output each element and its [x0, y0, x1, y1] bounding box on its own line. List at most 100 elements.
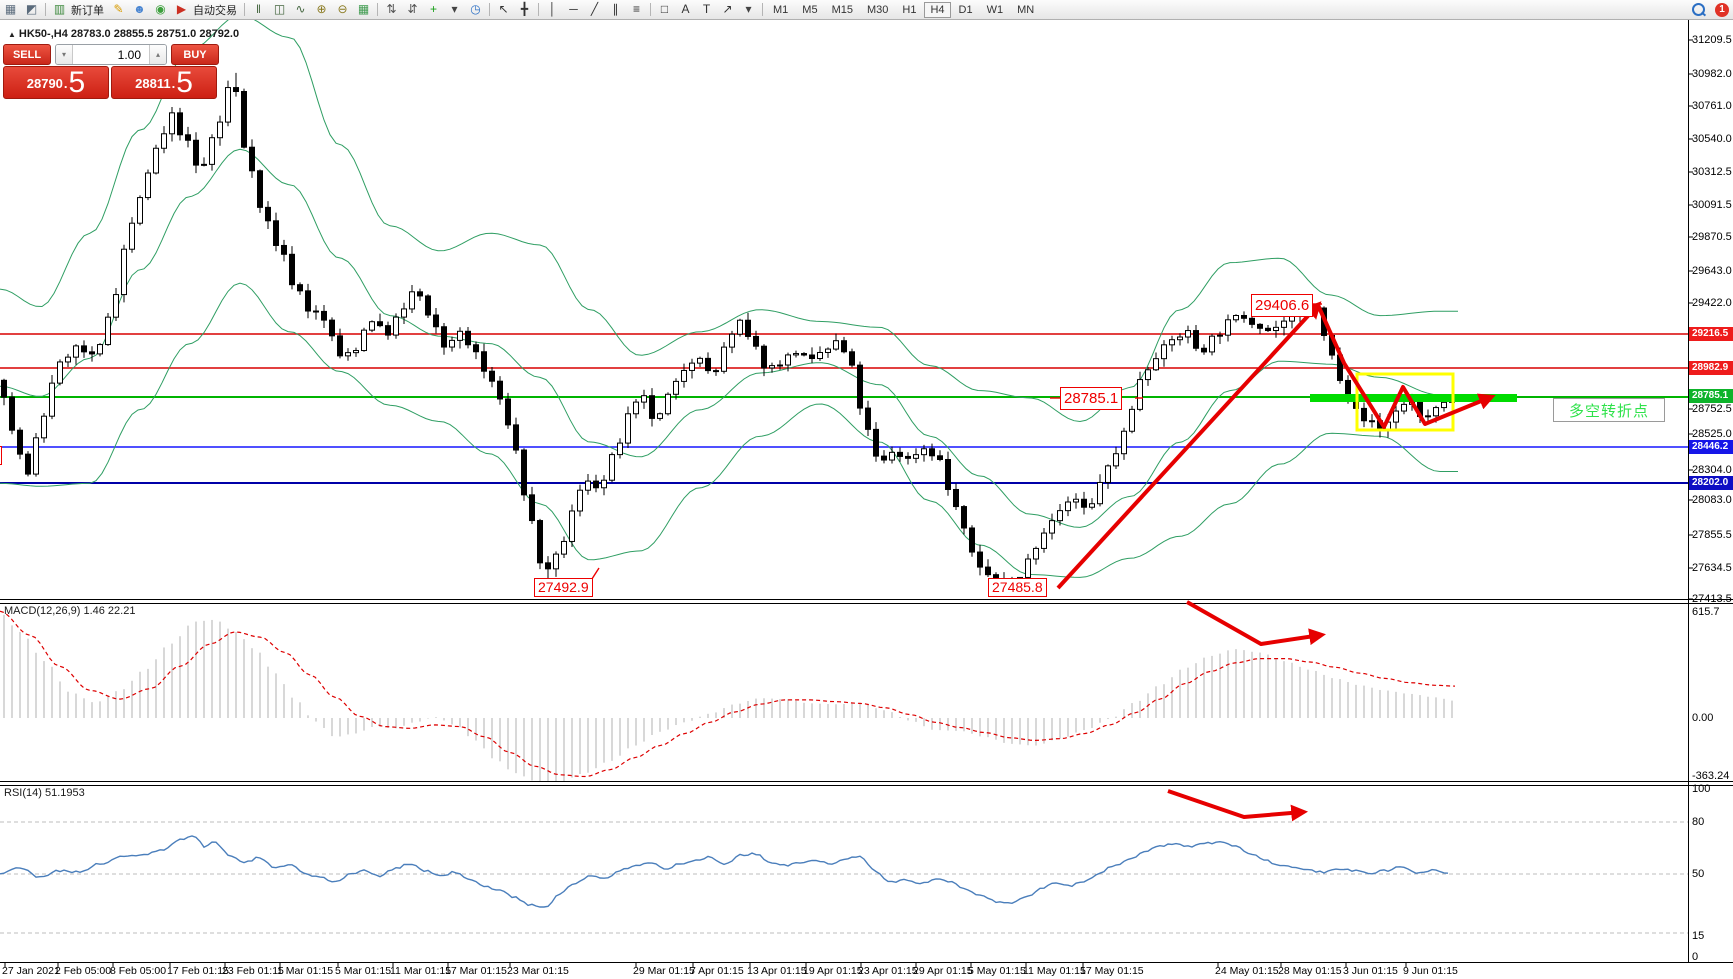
timeframe-m5[interactable]: M5: [796, 2, 823, 18]
price-axis-tick: 29643.0: [1692, 265, 1732, 277]
timeframe-mn[interactable]: MN: [1011, 2, 1040, 18]
price-axis-tick: 27634.5: [1692, 562, 1732, 574]
price-axis-tick: 27855.5: [1692, 529, 1732, 541]
time-axis-tick: 5 Mar 01:15: [335, 965, 391, 977]
fibonacci-icon[interactable]: ≡: [626, 1, 647, 18]
buy-button[interactable]: BUY: [171, 44, 219, 65]
time-axis-tick: 17 Feb 01:15: [167, 965, 229, 977]
price-axis-tick: 27413.5: [1692, 593, 1732, 605]
indicator-window-icon[interactable]: ⇵: [402, 1, 423, 18]
search-icon[interactable]: [1692, 3, 1705, 16]
timeframe-m15[interactable]: M15: [826, 2, 859, 18]
signals-icon[interactable]: ◉: [150, 1, 171, 18]
shapes-icon[interactable]: □: [654, 1, 675, 18]
notifications-badge[interactable]: 1: [1715, 3, 1729, 17]
vertical-line-icon[interactable]: │: [542, 1, 563, 18]
time-axis-tick: 28 May 01:15: [1278, 965, 1342, 977]
time-axis-tick: 5 May 01:15: [968, 965, 1026, 977]
channel-icon[interactable]: ∥: [605, 1, 626, 18]
arrows-caret-icon[interactable]: ▾: [738, 1, 759, 18]
mt4-terminal-window: ▦◩▥新订单✎☻◉▶自动交易‖◫∿⊕⊖▦⇅⇵+▾◷↖╋│─╱∥≡□AT↗▾M1M…: [0, 0, 1733, 979]
price-axis-tick: 28304.0: [1692, 464, 1732, 476]
indicator-list-icon[interactable]: ⇅: [381, 1, 402, 18]
time-axis-tick: 7 Apr 01:15: [690, 965, 744, 977]
sell-price-box[interactable]: 28790.5: [3, 66, 109, 99]
add-indicator-caret-icon[interactable]: ▾: [444, 1, 465, 18]
time-axis-tick: 19 Apr 01:15: [803, 965, 863, 977]
sell-button[interactable]: SELL: [3, 44, 51, 65]
crayon-icon[interactable]: ✎: [108, 1, 129, 18]
horizontal-line-icon[interactable]: ─: [563, 1, 584, 18]
crosshair-icon[interactable]: ╋: [514, 1, 535, 18]
rsi-axis-tick: 80: [1692, 816, 1704, 828]
time-axis-tick: 9 Jun 01:15: [1403, 965, 1458, 977]
charts-grid-icon[interactable]: ▦: [0, 1, 21, 18]
time-axis-tick: 23 Mar 01:15: [507, 965, 569, 977]
volume-value[interactable]: 1.00: [73, 45, 149, 64]
add-indicator-icon[interactable]: +: [423, 1, 444, 18]
timeframe-d1[interactable]: D1: [953, 2, 979, 18]
chart-canvas[interactable]: [0, 0, 1733, 979]
time-axis-tick: 27 Jan 2021: [2, 965, 60, 977]
price-axis-tick: 29422.0: [1692, 297, 1732, 309]
time-axis-tick: 23 Feb 01:15: [222, 965, 284, 977]
bar-chart-mode-icon[interactable]: ‖: [248, 1, 269, 18]
price-level-tag: 28785.1: [1689, 389, 1733, 403]
tile-windows-icon[interactable]: ▦: [353, 1, 374, 18]
turning-point-note[interactable]: 多空转折点: [1553, 398, 1665, 422]
period-clock-icon[interactable]: ◷: [465, 1, 486, 18]
volume-stepper[interactable]: ▾ 1.00 ▴: [55, 44, 167, 65]
cursor-icon[interactable]: ↖: [493, 1, 514, 18]
trendline-icon[interactable]: ╱: [584, 1, 605, 18]
new-order-label[interactable]: 新订单: [70, 2, 108, 18]
toolbar-separator: [377, 3, 378, 16]
collapse-triangle-icon[interactable]: ▲: [8, 30, 16, 39]
macd-axis-tick: -363.24: [1692, 770, 1729, 782]
rsi-axis-tick: 15: [1692, 930, 1704, 942]
arrows-tool-icon[interactable]: ↗: [717, 1, 738, 18]
buy-price-dot: .: [172, 72, 176, 96]
volume-up-icon[interactable]: ▴: [149, 45, 166, 64]
macd-indicator-label: MACD(12,26,9) 1.46 22.21: [4, 605, 135, 617]
buy-price-box[interactable]: 28811.5: [111, 66, 217, 99]
price-axis-tick: 30982.0: [1692, 68, 1732, 80]
time-axis-tick: 17 Mar 01:15: [445, 965, 507, 977]
time-axis-tick: 29 Apr 01:15: [913, 965, 973, 977]
time-axis-tick: 13 Apr 01:15: [747, 965, 807, 977]
zoom-out-icon[interactable]: ⊖: [332, 1, 353, 18]
candle-chart-mode-icon[interactable]: ◫: [269, 1, 290, 18]
time-axis-tick: 24 May 01:15: [1215, 965, 1279, 977]
rsi-axis-tick: 100: [1692, 783, 1710, 795]
timeframe-m30[interactable]: M30: [861, 2, 894, 18]
price-annotation[interactable]: 27485.8: [988, 578, 1047, 597]
price-axis-tick: 28752.5: [1692, 403, 1732, 415]
autotrading-label[interactable]: 自动交易: [192, 2, 241, 18]
text-label-icon[interactable]: A: [675, 1, 696, 18]
price-axis-tick: 30761.0: [1692, 100, 1732, 112]
price-axis-tick: 30312.5: [1692, 166, 1732, 178]
timeframe-m1[interactable]: M1: [767, 2, 794, 18]
toolbar-separator: [45, 3, 46, 16]
autotrading-icon[interactable]: ▶: [171, 1, 192, 18]
time-axis-tick: 23 Apr 01:15: [858, 965, 918, 977]
line-chart-mode-icon[interactable]: ∿: [290, 1, 311, 18]
timeframe-h4[interactable]: H4: [924, 2, 950, 18]
price-annotation[interactable]: 29406.6: [1251, 294, 1313, 317]
time-axis-tick: 17 May 01:15: [1080, 965, 1144, 977]
price-annotation[interactable]: 27492.9: [534, 578, 593, 597]
price-level-tag: 29216.5: [1689, 327, 1733, 341]
macd-axis-tick: 615.7: [1692, 606, 1720, 618]
volume-down-icon[interactable]: ▾: [56, 45, 73, 64]
zoom-in-icon[interactable]: ⊕: [311, 1, 332, 18]
price-annotation[interactable]: 28785.1: [1060, 387, 1122, 410]
time-axis-tick: 2 Feb 05:00: [55, 965, 111, 977]
timeframe-h1[interactable]: H1: [896, 2, 922, 18]
text-mark-icon[interactable]: T: [696, 1, 717, 18]
price-annotation[interactable]: 2: [0, 446, 2, 465]
new-order-icon[interactable]: ▥: [49, 1, 70, 18]
chart-preview-icon[interactable]: ◩: [21, 1, 42, 18]
timeframe-w1[interactable]: W1: [981, 2, 1010, 18]
community-icon[interactable]: ☻: [129, 1, 150, 18]
toolbar-separator: [244, 3, 245, 16]
time-axis-tick: 3 Jun 01:15: [1343, 965, 1398, 977]
